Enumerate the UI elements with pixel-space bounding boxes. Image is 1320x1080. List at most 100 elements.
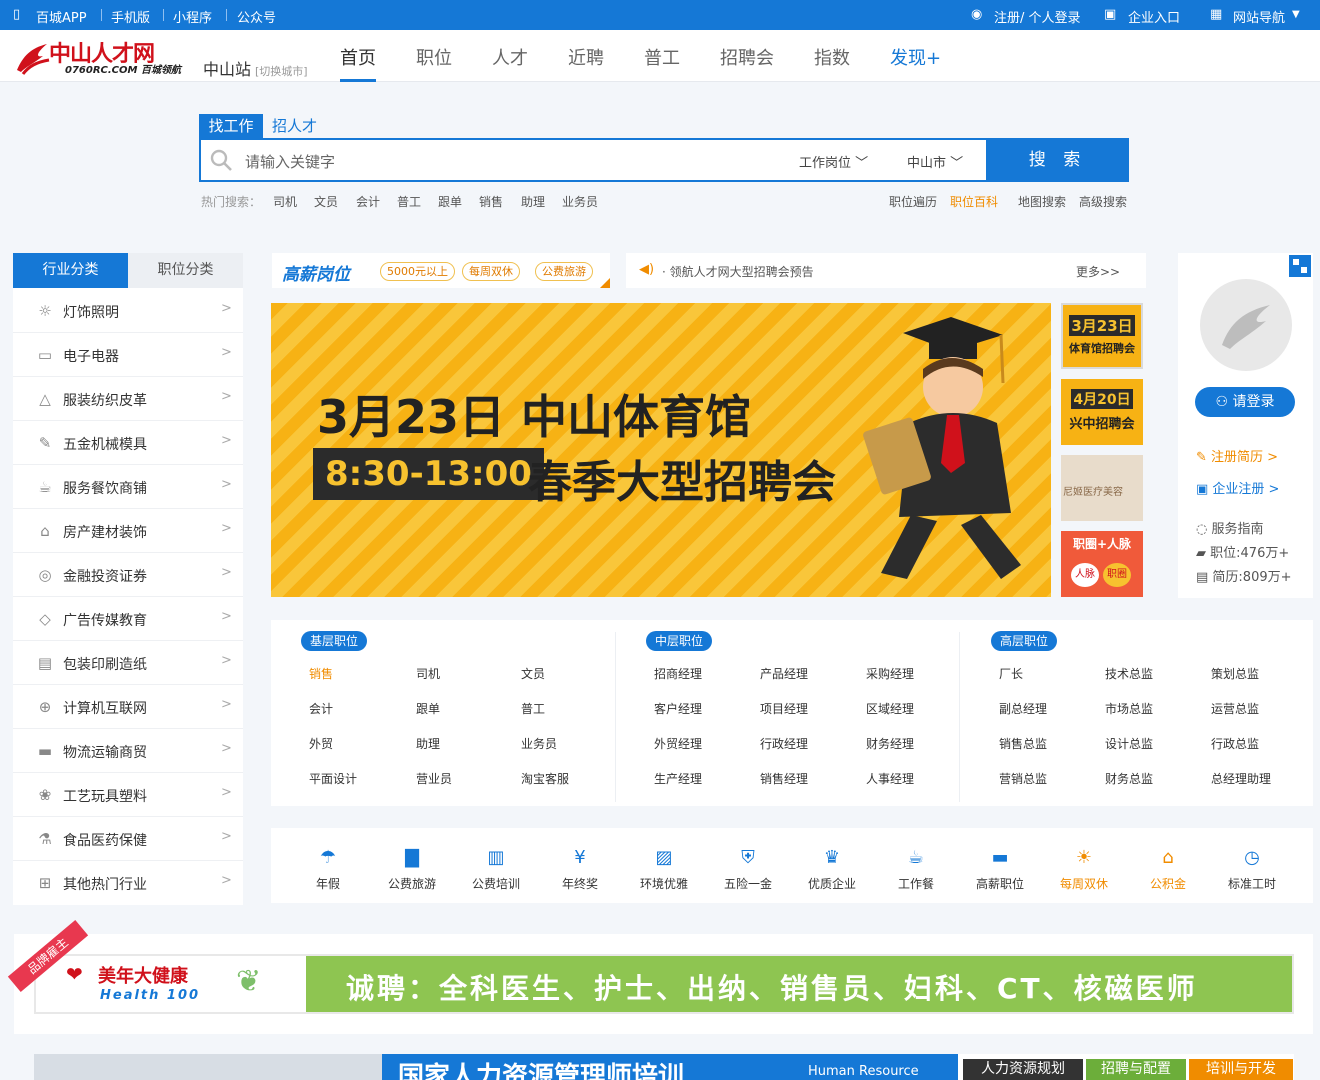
job-link[interactable]: 厂长 — [999, 665, 1023, 682]
hot-search-item[interactable]: 助理 — [521, 193, 545, 210]
tab-find-job[interactable]: 找工作 — [199, 114, 263, 138]
company-login-link[interactable]: 企业入口 — [1128, 7, 1180, 26]
job-link[interactable]: 客户经理 — [654, 700, 702, 717]
job-link[interactable]: 司机 — [416, 665, 440, 682]
job-link[interactable]: 营业员 — [416, 770, 452, 787]
mobile-link[interactable]: 手机版 — [111, 7, 150, 26]
benefit-item[interactable]: ◷ 标准工时 — [1217, 846, 1287, 892]
benefit-item[interactable]: ▨ 环境优雅 — [629, 846, 699, 892]
register-resume-link[interactable]: ✎ 注册简历 > — [1196, 446, 1278, 465]
job-link[interactable]: 项目经理 — [760, 700, 808, 717]
login-link[interactable]: 注册/ 个人登录 — [994, 7, 1081, 26]
benefit-item[interactable]: ▇ 公费旅游 — [377, 846, 447, 892]
hot-search-item[interactable]: 普工 — [397, 193, 421, 210]
job-link[interactable]: 会计 — [309, 700, 333, 717]
category-item[interactable]: ⊞ 其他热门行业 > — [13, 861, 243, 905]
job-link[interactable]: 财务经理 — [866, 735, 914, 752]
tab-industry[interactable]: 行业分类 — [13, 253, 128, 288]
job-link[interactable]: 行政经理 — [760, 735, 808, 752]
wechat-link[interactable]: 公众号 — [237, 7, 276, 26]
mini-program-link[interactable]: 小程序 — [173, 7, 212, 26]
category-item[interactable]: ▭ 电子电器 > — [13, 333, 243, 377]
category-item[interactable]: ⊕ 计算机互联网 > — [13, 685, 243, 729]
job-link[interactable]: 销售经理 — [760, 770, 808, 787]
benefit-item[interactable]: ⌂ 公积金 — [1133, 846, 1203, 892]
job-link[interactable]: 市场总监 — [1105, 700, 1153, 717]
job-link[interactable]: 普工 — [521, 700, 545, 717]
job-link[interactable]: 外贸经理 — [654, 735, 702, 752]
nav-talent[interactable]: 人才 — [492, 44, 528, 70]
nav-index[interactable]: 指数 — [814, 44, 850, 70]
benefit-item[interactable]: ¥ 年终奖 — [545, 846, 615, 892]
job-link[interactable]: 平面设计 — [309, 770, 357, 787]
nav-workers[interactable]: 普工 — [644, 44, 680, 70]
job-link[interactable]: 人事经理 — [866, 770, 914, 787]
benefit-item[interactable]: ☕ 工作餐 — [881, 846, 951, 892]
training-tag[interactable]: 培训与开发 — [1189, 1059, 1293, 1080]
login-button[interactable]: ⚇ 请登录 — [1195, 387, 1295, 417]
side-banner-network[interactable]: 职圈+人脉 人脉 职圈 — [1061, 531, 1143, 597]
category-item[interactable]: ⚗ 食品医药保健 > — [13, 817, 243, 861]
company-register-link[interactable]: ▣ 企业注册 > — [1196, 478, 1279, 497]
employer-ad-banner[interactable]: ❤ 美年大健康 Health 100 ❦ 诚聘：全科医生、护士、出纳、销售员、妇… — [34, 954, 1294, 1014]
job-link[interactable]: 设计总监 — [1105, 735, 1153, 752]
site-logo[interactable]: 中山人才网 0760RC.COM 百城领航 — [13, 36, 193, 76]
benefit-item[interactable]: ☂ 年假 — [293, 846, 363, 892]
job-link[interactable]: 文员 — [521, 665, 545, 682]
job-link[interactable]: 外贸 — [309, 735, 333, 752]
nav-jobs[interactable]: 职位 — [416, 44, 452, 70]
category-item[interactable]: ☼ 灯饰照明 > — [13, 289, 243, 333]
hot-search-item[interactable]: 销售 — [479, 193, 503, 210]
training-tag[interactable]: 人力资源规划 — [963, 1059, 1083, 1080]
benefit-item[interactable]: ▥ 公费培训 — [461, 846, 531, 892]
advanced-search-link[interactable]: 高级搜索 — [1079, 193, 1127, 210]
job-link[interactable]: 业务员 — [521, 735, 557, 752]
tab-find-talent[interactable]: 招人才 — [272, 114, 317, 138]
benefit-item[interactable]: ⛨ 五险一金 — [713, 846, 783, 892]
job-link[interactable]: 产品经理 — [760, 665, 808, 682]
category-item[interactable]: ▬ 物流运输商贸 > — [13, 729, 243, 773]
hot-search-item[interactable]: 跟单 — [438, 193, 462, 210]
category-item[interactable]: ✎ 五金机械模具 > — [13, 421, 243, 465]
training-tag[interactable]: 招聘与配置 — [1086, 1059, 1186, 1080]
job-link[interactable]: 淘宝客服 — [521, 770, 569, 787]
job-link[interactable]: 销售总监 — [999, 735, 1047, 752]
job-link[interactable]: 财务总监 — [1105, 770, 1153, 787]
notice-text[interactable]: · 领航人才网大型招聘会预告 — [662, 263, 814, 280]
salary-tag[interactable]: 每周双休 — [462, 262, 520, 281]
map-search-link[interactable]: 地图搜索 — [1018, 193, 1066, 210]
service-guide-link[interactable]: ◌ 服务指南 — [1196, 518, 1264, 537]
benefit-item[interactable]: ▬ 高薪职位 — [965, 846, 1035, 892]
search-button[interactable]: 搜 索 — [986, 138, 1129, 182]
job-link[interactable]: 生产经理 — [654, 770, 702, 787]
side-banner-xingzhong[interactable]: 4月20日 兴中招聘会 — [1061, 379, 1143, 445]
job-link[interactable]: 营销总监 — [999, 770, 1047, 787]
benefit-item[interactable]: ☀ 每周双休 — [1049, 846, 1119, 892]
city-switcher[interactable]: 中山站 [切换城市] — [203, 56, 308, 80]
category-item[interactable]: ⌂ 房产建材装饰 > — [13, 509, 243, 553]
benefit-item[interactable]: ♛ 优质企业 — [797, 846, 867, 892]
job-fair-banner[interactable]: 3月23日 中山体育馆 8:30-13:00 春季大型招聘会 — [271, 303, 1051, 597]
hot-search-item[interactable]: 业务员 — [562, 193, 598, 210]
category-item[interactable]: ▤ 包装印刷造纸 > — [13, 641, 243, 685]
nav-job-fair[interactable]: 招聘会 — [720, 44, 774, 70]
category-item[interactable]: ☕ 服务餐饮商铺 > — [13, 465, 243, 509]
category-item[interactable]: ◎ 金融投资证券 > — [13, 553, 243, 597]
search-type-select[interactable]: 工作岗位 ﹀ — [799, 152, 868, 171]
job-link[interactable]: 副总经理 — [999, 700, 1047, 717]
job-link[interactable]: 销售 — [309, 665, 333, 682]
category-item[interactable]: ❀ 工艺玩具塑料 > — [13, 773, 243, 817]
job-link[interactable]: 助理 — [416, 735, 440, 752]
job-link[interactable]: 运营总监 — [1211, 700, 1259, 717]
category-item[interactable]: △ 服装纺织皮革 > — [13, 377, 243, 421]
hot-search-item[interactable]: 司机 — [273, 193, 297, 210]
hot-search-item[interactable]: 文员 — [314, 193, 338, 210]
job-link[interactable]: 招商经理 — [654, 665, 702, 682]
job-wiki-link[interactable]: 职位百科 — [950, 193, 998, 210]
job-link[interactable]: 技术总监 — [1105, 665, 1153, 682]
salary-tag[interactable]: 5000元以上 — [380, 262, 455, 281]
side-banner-stadium[interactable]: 3月23日 体育馆招聘会 — [1061, 303, 1143, 369]
nav-home[interactable]: 首页 — [340, 44, 376, 70]
nav-discover[interactable]: 发现+ — [890, 44, 941, 70]
job-link[interactable]: 采购经理 — [866, 665, 914, 682]
